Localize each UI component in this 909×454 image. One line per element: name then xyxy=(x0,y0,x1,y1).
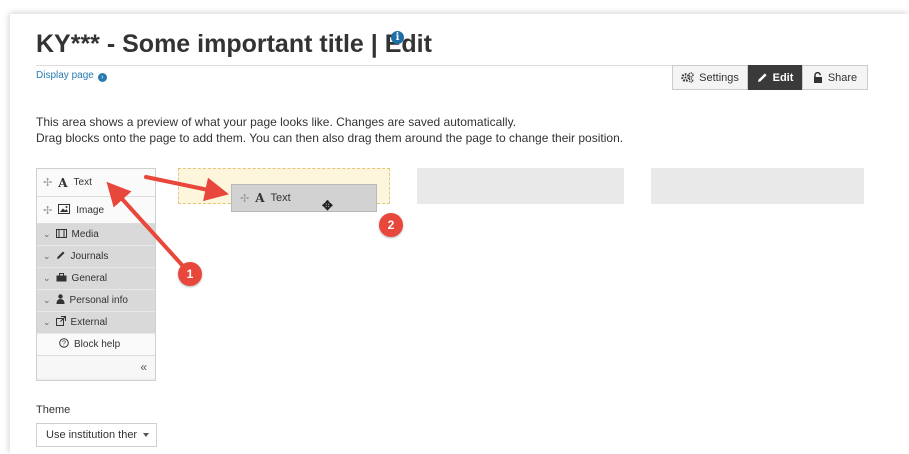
description-line-2: Drag blocks onto the page to add them. Y… xyxy=(36,131,624,145)
dragged-text-block[interactable]: ✢ A Text xyxy=(231,184,377,212)
palette-category-label: External xyxy=(70,317,108,328)
move-icon: ✢ xyxy=(43,204,53,217)
info-icon[interactable]: i xyxy=(391,31,404,44)
svg-text:?: ? xyxy=(62,341,66,348)
external-link-icon xyxy=(55,316,66,329)
page-column-2 xyxy=(417,168,624,204)
briefcase-icon xyxy=(56,272,67,285)
theme-selected-value: Use institution ther xyxy=(46,429,138,441)
user-icon xyxy=(56,294,65,307)
block-help-link[interactable]: ? Block help xyxy=(37,334,155,356)
palette-category-personal-info[interactable]: ⌄ Personal info xyxy=(37,290,155,312)
palette-category-media[interactable]: ⌄ Media xyxy=(37,224,155,246)
chevron-down-icon: ⌄ xyxy=(43,251,51,261)
palette-category-journals[interactable]: ⌄ Journals xyxy=(37,246,155,268)
film-icon xyxy=(55,228,67,241)
pencil-icon xyxy=(56,250,66,263)
palette-item-text[interactable]: ✢ A Text xyxy=(37,169,155,197)
chevron-down-icon: ⌄ xyxy=(43,295,51,305)
theme-label: Theme xyxy=(36,404,71,416)
page-column-3 xyxy=(651,168,864,204)
palette-item-label: Text xyxy=(73,177,92,188)
page-description: This area shows a preview of what your p… xyxy=(36,114,623,146)
block-palette: ✢ A Text ✢ Image ⌄ Media ⌄ Journals ⌄ Ge… xyxy=(36,168,156,381)
move-cursor-icon: ✥ xyxy=(322,198,333,213)
description-line-1: This area shows a preview of what your p… xyxy=(36,115,517,129)
text-icon: A xyxy=(58,175,68,190)
pencil-icon xyxy=(757,72,768,83)
edit-mode-toolbar: Settings Edit Share xyxy=(672,65,868,90)
annotation-badge-2: 2 xyxy=(379,213,403,237)
palette-category-label: General xyxy=(71,273,108,284)
block-help-label: Block help xyxy=(74,339,121,350)
arrow-right-circle-icon: › xyxy=(97,73,107,82)
move-icon: ✢ xyxy=(43,177,53,189)
cogs-icon xyxy=(681,72,694,83)
display-page-link[interactable]: Display page › xyxy=(36,70,107,82)
dragged-block-label: Text xyxy=(270,192,291,204)
image-icon xyxy=(58,203,71,217)
collapse-palette-button[interactable]: « xyxy=(37,356,155,378)
palette-category-label: Personal info xyxy=(69,295,128,306)
move-icon: ✢ xyxy=(240,192,250,205)
settings-label: Settings xyxy=(699,71,739,84)
caret-down-icon xyxy=(143,433,149,437)
palette-item-image[interactable]: ✢ Image xyxy=(37,197,155,224)
palette-category-label: Journals xyxy=(70,251,109,262)
display-page-label: Display page xyxy=(36,70,94,81)
question-circle-icon: ? xyxy=(59,338,69,351)
share-button[interactable]: Share xyxy=(802,65,868,90)
annotation-badge-1: 1 xyxy=(178,262,202,286)
chevron-down-icon: ⌄ xyxy=(43,317,51,327)
chevron-down-icon: ⌄ xyxy=(43,273,51,283)
chevron-down-icon: ⌄ xyxy=(43,229,51,239)
edit-label: Edit xyxy=(772,71,794,84)
palette-category-general[interactable]: ⌄ General xyxy=(37,268,155,290)
palette-category-label: Media xyxy=(71,229,99,240)
palette-item-label: Image xyxy=(76,204,105,216)
page-title: KY*** - Some important title | Edit xyxy=(36,30,432,58)
text-icon: A xyxy=(255,191,265,205)
palette-category-external[interactable]: ⌄ External xyxy=(37,312,155,334)
theme-select[interactable]: Use institution ther xyxy=(36,423,157,447)
settings-button[interactable]: Settings xyxy=(672,65,748,90)
unlock-icon xyxy=(813,71,823,84)
edit-button[interactable]: Edit xyxy=(748,65,802,90)
share-label: Share xyxy=(827,71,858,84)
